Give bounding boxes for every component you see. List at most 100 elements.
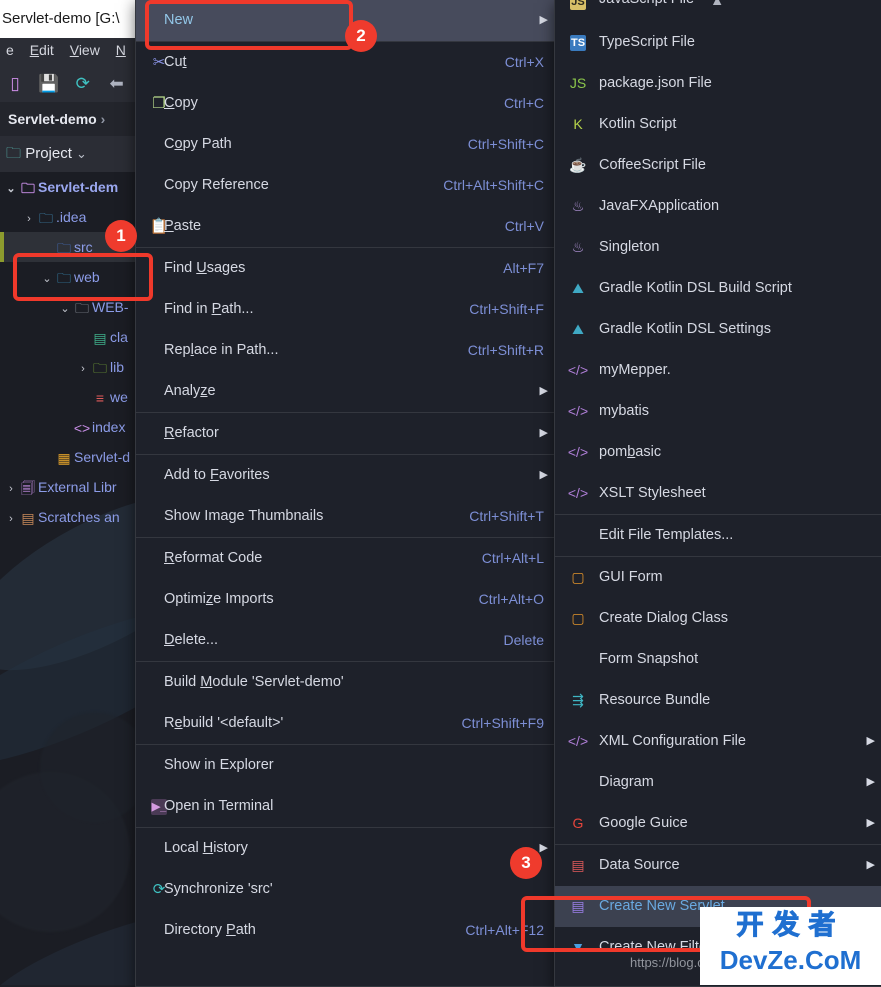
tree-expand-arrow[interactable]: ⌄	[4, 174, 18, 202]
tree-expand-arrow[interactable]: ›	[22, 204, 36, 232]
menu-item-rebuilddefault[interactable]: Rebuild '<default>' Ctrl+Shift+F9	[136, 703, 556, 744]
tree-node-lib[interactable]: › 🗀 lib	[0, 352, 147, 382]
menu-item-findinpath[interactable]: Find in Path... Ctrl+Shift+F	[136, 289, 556, 330]
iml-file-icon: ▦	[57, 450, 71, 467]
breadcrumb-project[interactable]: Servlet-demo	[8, 111, 97, 127]
submenu-item-kotlinscript[interactable]: K Kotlin Script	[555, 104, 881, 145]
submenu-item-label: Data Source	[599, 857, 680, 873]
tree-node-we[interactable]: ≡ we	[0, 382, 147, 412]
menu-item-addtofavorites[interactable]: Add to Favorites ▶	[136, 455, 556, 496]
submenu-item-icon: ☕	[565, 145, 591, 186]
tree-node-index[interactable]: <> index	[0, 412, 147, 442]
breadcrumb-chevron-icon: ›	[100, 111, 106, 127]
tree-expand-arrow[interactable]: ›	[4, 474, 18, 502]
menu-item-copy[interactable]: ❐ Copy Ctrl+C	[136, 83, 556, 124]
menu-item-showinexplorer[interactable]: Show in Explorer	[136, 745, 556, 786]
submenu-item-icon: JS	[565, 63, 591, 104]
menu-item-paste[interactable]: 📋 Paste Ctrl+V	[136, 206, 556, 247]
menu-edit[interactable]: Edit	[24, 38, 60, 58]
open-icon[interactable]: ▯	[0, 66, 30, 102]
tree-node-cla[interactable]: ▤ cla	[0, 322, 147, 352]
tree-node-label: we	[110, 389, 128, 405]
menu-item-findusages[interactable]: Find Usages Alt+F7	[136, 248, 556, 289]
menu-item-reformatcode[interactable]: Reformat Code Ctrl+Alt+L	[136, 538, 556, 579]
background-blob-2	[40, 712, 147, 822]
menu-file[interactable]: e	[0, 38, 20, 58]
submenu-scroll-up[interactable]: JS JavaScript File ▲	[555, 0, 881, 22]
submenu-item-guiform[interactable]: ▢ GUI Form	[555, 557, 881, 598]
submenu-item-singleton[interactable]: ♨ Singleton	[555, 227, 881, 268]
menu-item-optimizeimports[interactable]: Optimize Imports Ctrl+Alt+O	[136, 579, 556, 620]
project-tree[interactable]: ⌄ 🗀 Servlet-dem › 🗀 .idea 🗀 src ⌄ 🗀 web ⌄ 🗀 WEB- ▤ cla ›…	[0, 172, 147, 985]
submenu-item-editfiletemplates[interactable]: Edit File Templates...	[555, 515, 881, 556]
new-submenu[interactable]: JS JavaScript File ▲ TS TypeScript File JS pac…	[554, 0, 881, 987]
scroll-up-arrow-icon[interactable]: ▲	[710, 0, 724, 12]
tree-expand-arrow[interactable]: ⌄	[58, 294, 72, 322]
tree-node-externallibr[interactable]: › 🗐 External Libr	[0, 472, 147, 502]
submenu-item-label: Form Snapshot	[599, 651, 699, 667]
submenu-item-formsnapshot[interactable]: Form Snapshot	[555, 639, 881, 680]
submenu-item-createdialogclass[interactable]: ▢ Create Dialog Class	[555, 598, 881, 639]
sync-icon[interactable]: ⟳	[68, 66, 98, 102]
tree-node-label: WEB-	[92, 299, 129, 315]
tree-node-servletdem[interactable]: ⌄ 🗀 Servlet-dem	[0, 172, 147, 202]
menu-item-label: Copy	[164, 95, 198, 111]
menu-item-copyreference[interactable]: Copy Reference Ctrl+Alt+Shift+C	[136, 165, 556, 206]
menu-view[interactable]: View	[64, 38, 106, 58]
tree-node-icon: 🗐	[18, 473, 38, 502]
submenu-item-gradlekotlindslbuildscript[interactable]: ⛰ Gradle Kotlin DSL Build Script	[555, 268, 881, 309]
menu-item-label: Copy Reference	[164, 177, 269, 193]
submenu-item-diagram[interactable]: Diagram ▶	[555, 762, 881, 803]
menu-item-replaceinpath[interactable]: Replace in Path... Ctrl+Shift+R	[136, 330, 556, 371]
menu-item-label: Find Usages	[164, 260, 246, 276]
menu-item-localhistory[interactable]: Local History ▶	[136, 828, 556, 869]
submenu-item-xsltstylesheet[interactable]: </> XSLT Stylesheet	[555, 473, 881, 514]
submenu-item-typescriptfile[interactable]: TS TypeScript File	[555, 22, 881, 63]
submenu-item-label: Resource Bundle	[599, 692, 711, 708]
tree-expand-arrow[interactable]: ›	[4, 504, 18, 532]
menu-item-shortcut: Ctrl+C	[503, 95, 544, 111]
menu-item-buildmoduleservletdemo[interactable]: Build Module 'Servlet-demo'	[136, 662, 556, 703]
menu-navigate[interactable]: N	[110, 38, 132, 58]
menu-item-label: Build Module 'Servlet-demo'	[164, 674, 344, 690]
menu-item-directorypath[interactable]: Directory Path Ctrl+Alt+F12	[136, 910, 556, 951]
tree-expand-arrow[interactable]: ⌄	[40, 264, 54, 292]
submenu-item-googleguice[interactable]: G Google Guice ▶	[555, 803, 881, 844]
tree-node-scratchesan[interactable]: › ▤ Scratches an	[0, 502, 147, 532]
tree-expand-arrow[interactable]: ›	[76, 354, 90, 382]
submenu-item-pombasic[interactable]: </> pombasic	[555, 432, 881, 473]
menu-item-openinterminal[interactable]: ▶_ Open in Terminal	[136, 786, 556, 827]
submenu-item-mybatis[interactable]: </> mybatis	[555, 391, 881, 432]
submenu-item-label: XML Configuration File	[599, 733, 746, 749]
submenu-item-datasource[interactable]: ▤ Data Source ▶	[555, 845, 881, 886]
context-menu[interactable]: New ▶ ✂ Cut Ctrl+X ❐ Copy Ctrl+C Copy Path Ctrl+S…	[135, 0, 557, 987]
tree-node-web[interactable]: ⌄ 🗀 WEB-	[0, 292, 147, 322]
back-arrow-icon[interactable]: ⬅	[102, 66, 132, 102]
tree-node-web[interactable]: ⌄ 🗀 web	[0, 262, 147, 292]
menu-bar[interactable]: e Edit View N	[0, 38, 147, 66]
tree-node-icon: 🗀	[54, 233, 74, 262]
tree-node-icon: 🗀	[54, 263, 74, 292]
menu-item-refactor[interactable]: Refactor ▶	[136, 413, 556, 454]
submenu-item-coffeescriptfile[interactable]: ☕ CoffeeScript File	[555, 145, 881, 186]
menu-item-copypath[interactable]: Copy Path Ctrl+Shift+C	[136, 124, 556, 165]
chevron-down-icon[interactable]: ⌄	[76, 146, 87, 161]
submenu-item-mymepper[interactable]: </> myMepper.	[555, 350, 881, 391]
submenu-item-label: Gradle Kotlin DSL Settings	[599, 321, 771, 337]
save-icon[interactable]: 💾	[34, 66, 64, 102]
menu-item-analyze[interactable]: Analyze ▶	[136, 371, 556, 412]
submenu-item-javafxapplication[interactable]: ♨ JavaFXApplication	[555, 186, 881, 227]
submenu-arrow-icon: ▶	[539, 385, 548, 397]
submenu-item-gradlekotlindslsettings[interactable]: ⛰ Gradle Kotlin DSL Settings	[555, 309, 881, 350]
menu-item-delete[interactable]: Delete... Delete	[136, 620, 556, 661]
xml-icon: </>	[567, 733, 589, 749]
menu-item-cut[interactable]: ✂ Cut Ctrl+X	[136, 42, 556, 83]
tree-node-servletd[interactable]: ▦ Servlet-d	[0, 442, 147, 472]
menu-item-showimagethumbnails[interactable]: Show Image Thumbnails Ctrl+Shift+T	[136, 496, 556, 537]
submenu-item-xmlconfigurationfile[interactable]: </> XML Configuration File ▶	[555, 721, 881, 762]
submenu-item-packagejsonfile[interactable]: JS package.json File	[555, 63, 881, 104]
project-tool-window-header[interactable]: 🗀 Project ⌄	[0, 136, 153, 172]
submenu-item-resourcebundle[interactable]: ⇶ Resource Bundle	[555, 680, 881, 721]
main-toolbar[interactable]: ▯ 💾 ⟳ ⬅ ▪	[0, 66, 147, 102]
menu-item-synchronizesrc[interactable]: ⟳ Synchronize 'src'	[136, 869, 556, 910]
